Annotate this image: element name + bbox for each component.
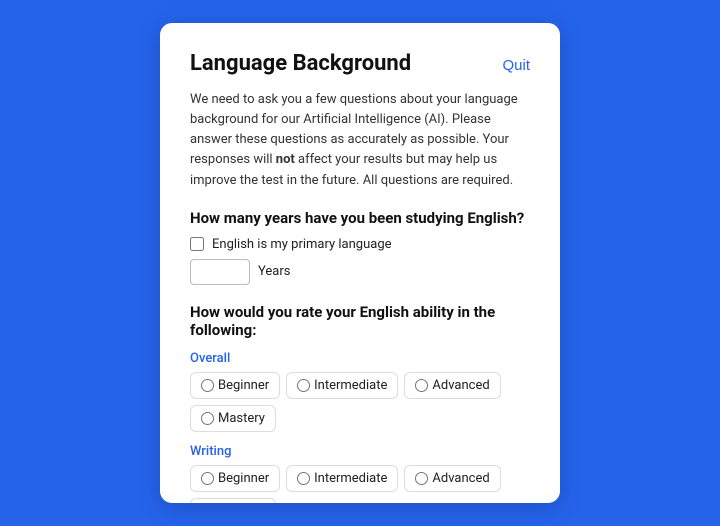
- writing-intermediate-radio[interactable]: [297, 472, 310, 485]
- writing-advanced-radio[interactable]: [415, 472, 428, 485]
- writing-beginner-label: Beginner: [218, 471, 269, 486]
- writing-advanced-label: Advanced: [432, 471, 489, 486]
- overall-beginner-radio[interactable]: [201, 379, 214, 392]
- overall-advanced-option[interactable]: Advanced: [404, 372, 500, 399]
- overall-radio-group: Beginner Intermediate Advanced Mastery: [190, 372, 530, 432]
- overall-mastery-radio[interactable]: [201, 412, 214, 425]
- years-input[interactable]: [190, 259, 250, 285]
- overall-beginner-label: Beginner: [218, 378, 269, 393]
- overall-advanced-label: Advanced: [432, 378, 489, 393]
- rating-section: How would you rate your English ability …: [190, 303, 530, 503]
- skill-writing-label: Writing: [190, 444, 530, 459]
- writing-radio-group: Beginner Intermediate Advanced Mastery: [190, 465, 530, 503]
- primary-language-row: English is my primary language: [190, 237, 530, 252]
- primary-language-checkbox[interactable]: [190, 237, 204, 251]
- skill-writing: Writing Beginner Intermediate Advanced M…: [190, 444, 530, 503]
- language-background-modal: Language Background Quit We need to ask …: [160, 23, 560, 503]
- years-row: Years: [190, 259, 530, 285]
- description-bold: not: [276, 152, 295, 167]
- years-label: Years: [258, 264, 290, 279]
- overall-intermediate-radio[interactable]: [297, 379, 310, 392]
- writing-intermediate-option[interactable]: Intermediate: [286, 465, 398, 492]
- overall-mastery-label: Mastery: [218, 411, 265, 426]
- years-question: How many years have you been studying En…: [190, 209, 530, 227]
- modal-header: Language Background Quit: [190, 51, 530, 76]
- overall-beginner-option[interactable]: Beginner: [190, 372, 280, 399]
- primary-language-label[interactable]: English is my primary language: [212, 237, 392, 252]
- description-text: We need to ask you a few questions about…: [190, 90, 530, 191]
- overall-intermediate-label: Intermediate: [314, 378, 387, 393]
- skill-overall: Overall Beginner Intermediate Advanced M…: [190, 351, 530, 432]
- writing-beginner-option[interactable]: Beginner: [190, 465, 280, 492]
- writing-mastery-option[interactable]: Mastery: [190, 498, 276, 503]
- overall-advanced-radio[interactable]: [415, 379, 428, 392]
- overall-intermediate-option[interactable]: Intermediate: [286, 372, 398, 399]
- quit-button[interactable]: Quit: [502, 55, 530, 76]
- writing-intermediate-label: Intermediate: [314, 471, 387, 486]
- writing-beginner-radio[interactable]: [201, 472, 214, 485]
- writing-advanced-option[interactable]: Advanced: [404, 465, 500, 492]
- overall-mastery-option[interactable]: Mastery: [190, 405, 276, 432]
- modal-title: Language Background: [190, 51, 411, 76]
- rating-question: How would you rate your English ability …: [190, 303, 530, 339]
- skill-overall-label: Overall: [190, 351, 530, 366]
